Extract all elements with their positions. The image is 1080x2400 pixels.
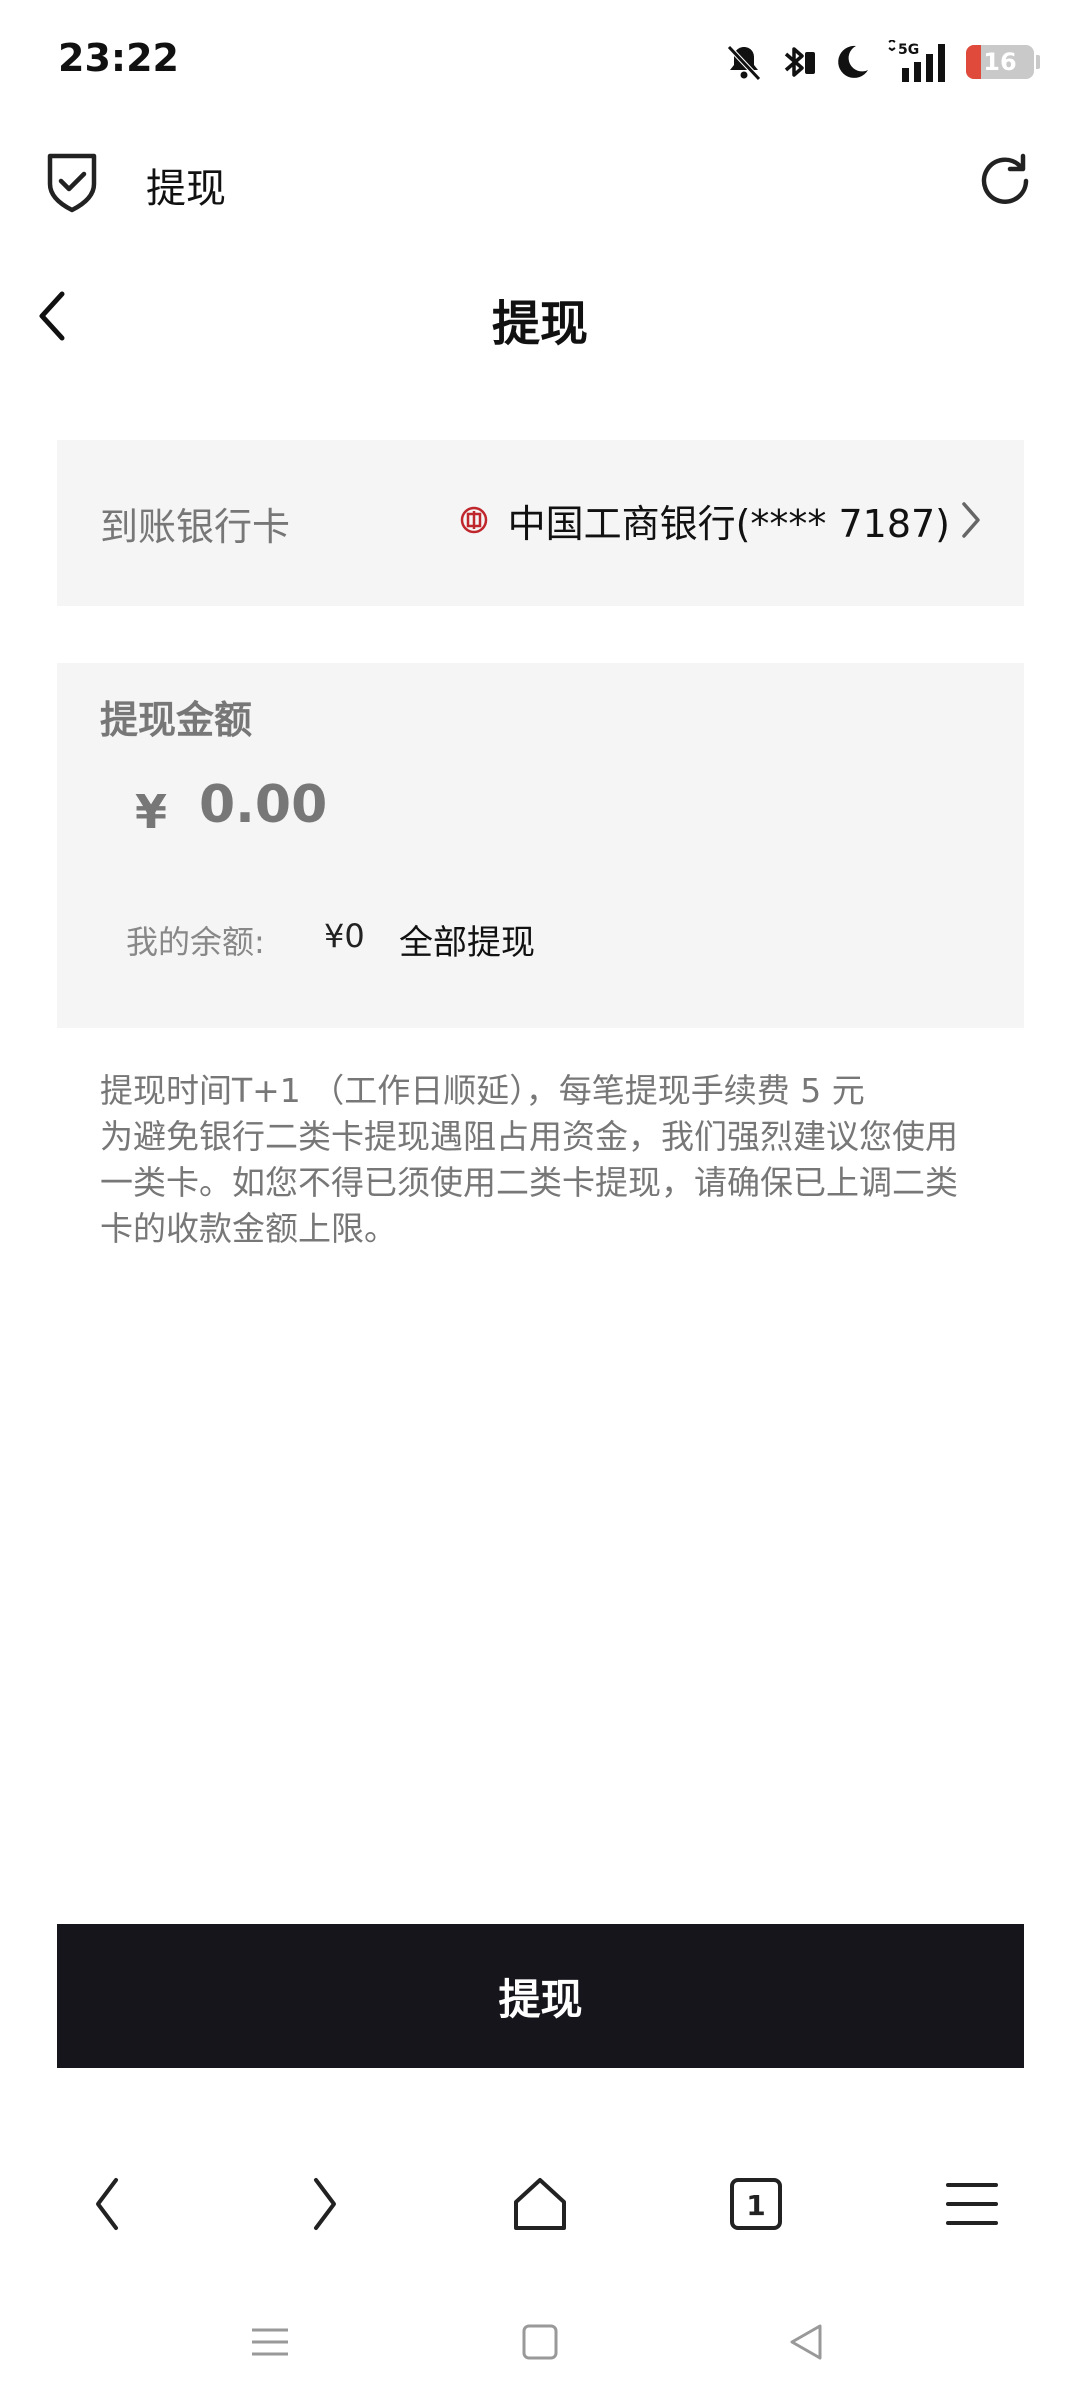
bank-card-label: 到账银行卡 [100, 505, 291, 549]
home-square-icon [522, 2324, 558, 2360]
status-icons: 5G 16 [724, 34, 1040, 90]
note-line: 提现时间T+1 （工作日顺延），每笔提现手续费 5 元 [100, 1071, 865, 1110]
withdraw-notes: 提现时间T+1 （工作日顺延），每笔提现手续费 5 元 为避免银行二类卡提现遇阻… [100, 1068, 980, 1252]
amount-input[interactable]: 0.00 [199, 775, 327, 835]
refresh-icon[interactable] [974, 150, 1036, 212]
network-type: 5G [898, 42, 919, 58]
page-title: 提现 [491, 296, 588, 352]
bank-card-selector[interactable]: 到账银行卡 中国工商银行(**** 7187) [57, 440, 1024, 606]
currency-symbol: ¥ [135, 785, 168, 839]
balance-label: 我的余额: [126, 923, 265, 961]
moon-icon [838, 45, 868, 78]
nav-forward-button[interactable] [284, 2164, 364, 2244]
browser-title: 提现 [146, 166, 226, 212]
icbc-logo-icon [460, 506, 487, 534]
forward-icon [314, 2178, 336, 2230]
page-header: 提现 [0, 262, 1080, 372]
battery-level: 16 [983, 48, 1017, 76]
note-line: 为避免银行二类卡提现遇阻占用资金，我们强烈建议您使用 [100, 1117, 958, 1156]
system-recents-button[interactable] [240, 2312, 300, 2372]
status-time: 23:22 [58, 36, 179, 80]
bank-name: 中国工商银行(**** 7187) [507, 501, 950, 546]
nav-menu-button[interactable] [932, 2164, 1012, 2244]
amount-label: 提现金额 [100, 698, 253, 742]
browser-bottom-nav: 1 [0, 2150, 1080, 2250]
status-bar: 23:22 5G 16 [0, 0, 1080, 120]
chevron-right-icon [962, 502, 980, 538]
back-triangle-icon [790, 2324, 822, 2360]
note-line: 卡的收款金额上限。 [100, 1209, 397, 1248]
nav-back-button[interactable] [68, 2164, 148, 2244]
tabs-icon: 1 [730, 2178, 782, 2230]
recents-icon [252, 2328, 288, 2356]
signal-icon: 5G [888, 40, 945, 82]
withdraw-all-link[interactable]: 全部提现 [399, 915, 535, 964]
withdraw-button[interactable]: 提现 [57, 1924, 1024, 2068]
battery-icon: 16 [966, 45, 1034, 79]
tab-count: 1 [746, 2189, 765, 2222]
nav-home-button[interactable] [500, 2164, 580, 2244]
menu-icon [946, 2183, 998, 2225]
nav-tabs-button[interactable]: 1 [716, 2164, 796, 2244]
back-icon [96, 2178, 118, 2230]
balance-value: ¥0 [324, 917, 365, 955]
bluetooth-icon [784, 47, 815, 77]
note-line: 一类卡。如您不得已须使用二类卡提现，请确保已上调二类 [100, 1163, 958, 1202]
system-nav-bar [0, 2300, 1080, 2380]
browser-bar: 提现 [0, 128, 1080, 238]
system-back-button[interactable] [776, 2312, 836, 2372]
system-home-button[interactable] [510, 2312, 570, 2372]
amount-card: 提现金额 ¥ 0.00 我的余额: ¥0 全部提现 [57, 663, 1024, 1028]
bell-muted-icon [727, 45, 761, 81]
home-icon [514, 2178, 566, 2230]
shield-check-icon[interactable] [44, 150, 100, 214]
bank-card-value[interactable]: 中国工商银行(**** 7187) [460, 490, 984, 550]
